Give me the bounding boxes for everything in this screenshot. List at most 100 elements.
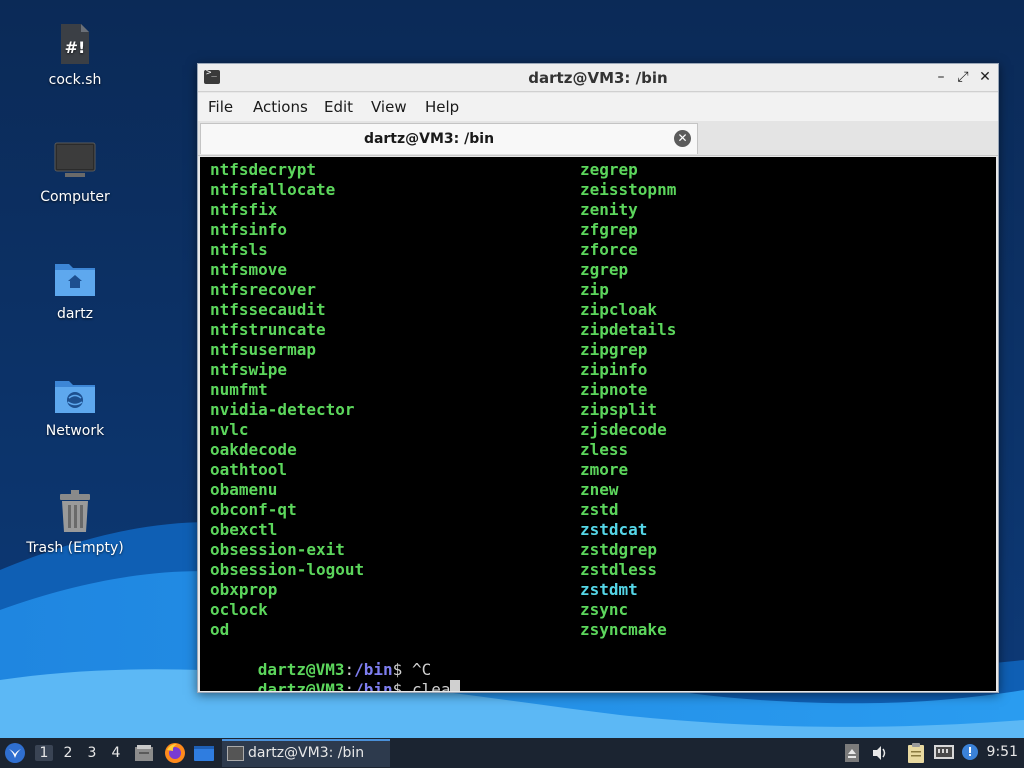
prompt-separator: : — [344, 680, 355, 691]
workspace-1[interactable]: 1 — [35, 745, 53, 761]
command-input[interactable]: clea — [412, 680, 451, 691]
file-entry: zipsplit — [580, 400, 658, 419]
desktop-icon-label: Trash (Empty) — [26, 540, 124, 556]
clipboard-icon[interactable] — [907, 742, 925, 764]
prompt-symbol: $ — [392, 680, 412, 691]
menu-view[interactable]: View — [371, 98, 407, 116]
workspace-4[interactable]: 4 — [107, 745, 125, 761]
file-entry: nvlc — [210, 420, 249, 439]
file-entry: zsyncmake — [580, 620, 667, 639]
file-entry: zipnote — [580, 380, 648, 399]
menu-edit[interactable]: Edit — [324, 98, 353, 116]
desktop-icon-label: dartz — [56, 306, 94, 322]
menu-file[interactable]: File — [208, 98, 233, 116]
desktop-icon-label: Computer — [40, 189, 110, 205]
script-file-icon: #! — [61, 24, 89, 64]
file-entry: zless — [580, 440, 629, 459]
file-entry: ntfsdecrypt — [210, 160, 316, 179]
home-folder-icon — [55, 264, 95, 296]
file-entry: obsession-exit — [210, 540, 345, 559]
maximize-button[interactable]: ⤢ — [954, 68, 972, 86]
file-entry: obsession-logout — [210, 560, 365, 579]
desktop-icon-cock-sh[interactable]: #! cock.sh — [20, 20, 130, 88]
desktop-icon-label: Network — [45, 423, 105, 439]
text-cursor — [450, 680, 461, 691]
terminal-window: dartz@VM3: /bin – ⤢ ✕ File Actions Edit … — [197, 63, 999, 693]
menu-help[interactable]: Help — [425, 98, 459, 116]
file-entry: obexctl — [210, 520, 278, 539]
file-entry: zegrep — [580, 160, 638, 179]
file-manager-launcher-icon[interactable] — [134, 743, 154, 763]
task-label: dartz@VM3: /bin — [248, 745, 365, 761]
file-entry: zipdetails — [580, 320, 677, 339]
file-entry: ntfsusermap — [210, 340, 316, 359]
right-column: zegrep zeisstopnm zenity zfgrep zforce zgrep z… — [580, 160, 676, 640]
window-title: dartz@VM3: /bin — [528, 69, 668, 87]
file-entry: obamenu — [210, 480, 278, 499]
desktop-icon-trash[interactable]: Trash (Empty) — [20, 488, 130, 556]
file-entry: ntfstruncate — [210, 320, 326, 339]
workspace-2[interactable]: 2 — [59, 745, 77, 761]
file-entry: znew — [580, 480, 619, 499]
window-titlebar[interactable]: dartz@VM3: /bin – ⤢ ✕ — [198, 64, 998, 92]
tab-close-icon[interactable]: ✕ — [674, 130, 691, 147]
taskbar-task-terminal[interactable]: dartz@VM3: /bin — [222, 739, 390, 767]
file-entry: ntfsls — [210, 240, 268, 259]
file-entry: ntfswipe — [210, 360, 288, 379]
file-entry: ntfsfix — [210, 200, 278, 219]
file-entry: obxprop — [210, 580, 278, 599]
close-button[interactable]: ✕ — [976, 68, 994, 86]
file-entry: zgrep — [580, 260, 629, 279]
left-column: ntfsdecrypt ntfsfallocate ntfsfix ntfsinfo n… — [210, 160, 364, 640]
file-entry: zstdmt — [580, 580, 638, 599]
eject-icon[interactable] — [845, 744, 859, 762]
svg-text:#!: #! — [65, 38, 86, 57]
start-menu-icon[interactable] — [4, 742, 26, 764]
minimize-button[interactable]: – — [932, 68, 950, 86]
desktop-icon-label: cock.sh — [48, 72, 102, 88]
file-entry: zipinfo — [580, 360, 648, 379]
file-entry: zenity — [580, 200, 638, 219]
file-entry: zmore — [580, 460, 629, 479]
file-entry: obconf-qt — [210, 500, 297, 519]
file-entry: oclock — [210, 600, 268, 619]
notification-icon[interactable] — [961, 742, 981, 762]
show-desktop-icon[interactable] — [193, 743, 215, 763]
desktop-icon-dartz[interactable]: dartz — [20, 254, 130, 322]
file-entry: od — [210, 620, 230, 639]
computer-icon — [54, 142, 96, 177]
trash-icon — [60, 490, 90, 532]
file-entry: zfgrep — [580, 220, 638, 239]
file-entry: ntfsrecover — [210, 280, 316, 299]
menu-actions[interactable]: Actions — [253, 98, 308, 116]
prompt-line: dartz@VM3:/bin$ ^C — [200, 640, 431, 679]
file-entry: oakdecode — [210, 440, 297, 459]
file-entry: ntfssecaudit — [210, 300, 326, 319]
file-entry: zipcloak — [580, 300, 658, 319]
desktop-icon-computer[interactable]: Computer — [20, 137, 130, 205]
clock: 9:51 — [986, 744, 1018, 760]
file-entry: ntfsfallocate — [210, 180, 336, 199]
file-entry: numfmt — [210, 380, 268, 399]
prompt-user: dartz@VM3 — [257, 680, 345, 691]
file-entry: ntfsinfo — [210, 220, 288, 239]
terminal-output[interactable]: ntfsdecrypt ntfsfallocate ntfsfix ntfsinfo n… — [200, 157, 996, 691]
tab-label: dartz@VM3: /bin — [363, 131, 495, 147]
desktop-icon-network[interactable]: Network — [20, 371, 130, 439]
workspace-3[interactable]: 3 — [83, 745, 101, 761]
firefox-launcher-icon[interactable] — [164, 742, 186, 764]
file-entry: zstdcat — [580, 520, 648, 539]
network-folder-icon — [55, 381, 95, 413]
file-entry: zjsdecode — [580, 420, 667, 439]
prompt-path: /bin — [354, 680, 393, 691]
file-entry: zip — [580, 280, 609, 299]
terminal-icon — [227, 746, 244, 761]
file-entry: nvidia-detector — [210, 400, 355, 419]
menu-bar: File Actions Edit View Help — [198, 93, 998, 121]
volume-icon[interactable] — [871, 744, 889, 762]
prompt-line-current: dartz@VM3:/bin$ clea — [200, 660, 461, 691]
tab-bar: dartz@VM3: /bin ✕ — [198, 121, 998, 156]
file-entry: zstdless — [580, 560, 658, 579]
network-wired-icon[interactable] — [933, 743, 955, 763]
tab-terminal[interactable]: dartz@VM3: /bin ✕ — [200, 123, 698, 154]
